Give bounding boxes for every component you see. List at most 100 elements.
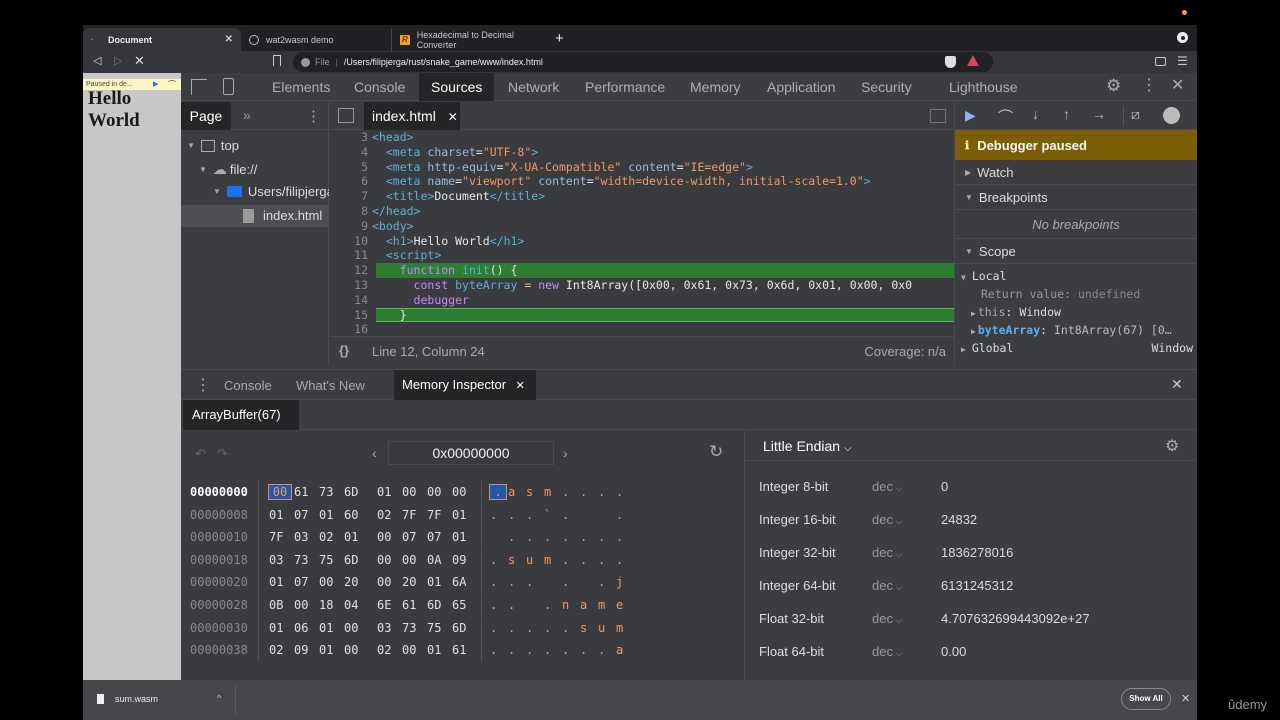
ascii-cell[interactable]: . (526, 575, 544, 589)
refresh-icon[interactable]: ↻ (709, 442, 723, 462)
tree-item-file[interactable]: ▼ ☁ file:// (199, 161, 257, 178)
ascii-cell[interactable]: . (562, 485, 580, 499)
byte-cell[interactable]: 00 (427, 485, 452, 499)
byte-cell[interactable]: 09 (452, 553, 477, 567)
inspect-element-icon[interactable] (191, 79, 207, 95)
byte-cell[interactable]: 61 (294, 485, 319, 499)
drawer-tab-memory-inspector[interactable]: Memory Inspector ✕ (394, 370, 536, 400)
ascii-cell[interactable]: . (616, 553, 634, 567)
step-into-icon[interactable]: ↓ (1032, 106, 1039, 122)
ascii-cell[interactable]: . (526, 530, 544, 544)
browser-tab-document[interactable]: · Document ✕ (83, 28, 241, 51)
ascii-cell[interactable]: . (508, 598, 526, 612)
byte-cell[interactable]: 73 (294, 553, 319, 567)
byte-cell[interactable]: 00 (377, 530, 402, 544)
byte-cell[interactable]: 73 (402, 621, 427, 635)
back-icon[interactable]: ◁ (93, 54, 101, 67)
format-dropdown[interactable]: dec ⌵ (872, 611, 941, 626)
ascii-cell[interactable]: j (616, 575, 634, 589)
byte-cell[interactable]: 07 (427, 530, 452, 544)
byte-cell[interactable]: 00 (402, 485, 427, 499)
stop-loading-icon[interactable]: ✕ (134, 53, 145, 69)
ascii-cell[interactable]: . (562, 553, 580, 567)
code-line[interactable]: 4 <meta charset="UTF-8"> (330, 145, 954, 160)
ascii-cell[interactable]: . (616, 508, 634, 522)
code-line[interactable]: 8 </head> (330, 204, 954, 219)
undo-icon[interactable]: ↶ (195, 446, 206, 462)
byte-cell[interactable]: 7F (269, 530, 294, 544)
byte-cell[interactable]: 6E (377, 598, 402, 612)
toggle-navigator-icon[interactable] (338, 108, 354, 123)
code-line[interactable]: 13 const byteArray = new Int8Array([0x00… (330, 278, 954, 293)
code-line[interactable]: 14 debugger (330, 293, 954, 308)
byte-cell[interactable]: 00 (294, 598, 319, 612)
close-devtools-icon[interactable]: ✕ (1171, 78, 1184, 94)
byte-cell[interactable]: 01 (269, 621, 294, 635)
resume-icon[interactable]: ▶ (965, 107, 976, 124)
byte-cell[interactable]: 07 (402, 530, 427, 544)
tree-item-folder[interactable]: ▼ Users/filipjerga (213, 184, 329, 199)
address-input[interactable]: 0x00000000 (388, 441, 554, 465)
format-dropdown[interactable]: dec ⌵ (872, 578, 941, 593)
byte-cell[interactable]: 00 (344, 643, 369, 657)
wallet-icon[interactable] (1155, 57, 1166, 66)
byte-cell-selected[interactable]: 00 (268, 484, 292, 500)
tab-sources[interactable]: Sources (419, 73, 495, 101)
ascii-cell[interactable]: . (598, 553, 616, 567)
byte-cell[interactable]: 01 (452, 530, 477, 544)
ascii-cell[interactable]: . (508, 530, 526, 544)
step-over-icon[interactable]: ⌒ (998, 106, 1013, 127)
step-icon[interactable]: → (1092, 106, 1106, 122)
byte-cell[interactable]: 20 (344, 575, 369, 589)
profile-icon[interactable] (1177, 32, 1188, 43)
code-line[interactable]: 10 <h1>Hello World</h1> (330, 234, 954, 249)
byte-cell[interactable]: 01 (344, 530, 369, 544)
code-line[interactable]: 9 <body> (330, 219, 954, 234)
ascii-cell[interactable]: . (544, 598, 562, 612)
tree-item-index-html[interactable]: index.html (243, 208, 322, 223)
code-line[interactable]: 6 <meta name="viewport" content="width=d… (330, 174, 954, 189)
brave-shield-icon[interactable] (945, 56, 956, 68)
more-tabs-icon[interactable]: » (243, 107, 251, 123)
address-url[interactable]: /Users/filipjerga/rust/snake_game/www/in… (344, 57, 543, 67)
ascii-cell[interactable]: . (616, 485, 634, 499)
ascii-cell[interactable]: . (598, 485, 616, 499)
byte-cell[interactable]: 00 (452, 485, 477, 499)
ascii-cell[interactable]: . (562, 575, 580, 589)
close-download-bar-icon[interactable]: ✕ (1181, 692, 1190, 705)
byte-cell[interactable]: 01 (319, 643, 344, 657)
byte-cell[interactable]: 75 (427, 621, 452, 635)
step-out-icon[interactable]: ↑ (1063, 106, 1070, 122)
browser-tab-wat2wasm[interactable]: wat2wasm demo (241, 28, 391, 51)
byte-cell[interactable]: 01 (427, 643, 452, 657)
ascii-cell[interactable]: . (526, 621, 544, 635)
ascii-cell[interactable]: a (580, 598, 598, 612)
expand-arrow-icon[interactable]: ▼ (187, 141, 195, 150)
ascii-cell[interactable]: m (544, 553, 562, 567)
settings-gear-icon[interactable]: ⚙ (1165, 436, 1179, 456)
byte-cell[interactable]: 0A (427, 553, 452, 567)
ascii-cell[interactable]: . (508, 575, 526, 589)
prev-page-icon[interactable]: ‹ (372, 445, 377, 461)
ascii-cell[interactable]: . (490, 508, 508, 522)
ascii-cell[interactable]: . (490, 575, 508, 589)
close-tab-icon[interactable]: ✕ (516, 380, 525, 392)
forward-icon[interactable]: ▷ (114, 54, 122, 67)
bookmark-icon[interactable] (273, 55, 281, 66)
ascii-cell[interactable]: . (580, 643, 598, 657)
coverage-status[interactable]: Coverage: n/a (864, 344, 946, 359)
byte-cell[interactable]: 00 (402, 643, 427, 657)
code-line[interactable]: 16 (330, 322, 954, 337)
byte-cell[interactable]: 06 (294, 621, 319, 635)
ascii-cell[interactable]: s (508, 553, 526, 567)
byte-cell[interactable]: 7F (427, 508, 452, 522)
byte-cell[interactable]: 00 (319, 575, 344, 589)
byte-cell[interactable]: 02 (377, 643, 402, 657)
byte-cell[interactable]: 18 (319, 598, 344, 612)
ascii-cell[interactable]: a (508, 485, 526, 499)
ascii-cell[interactable]: . (562, 530, 580, 544)
buffer-tab-arraybuffer[interactable]: ArrayBuffer(67) ✕ (183, 400, 299, 452)
byte-cell[interactable]: 01 (269, 508, 294, 522)
tab-network[interactable]: Network (508, 73, 559, 101)
more-options-icon[interactable]: ⋮ (1141, 78, 1157, 94)
